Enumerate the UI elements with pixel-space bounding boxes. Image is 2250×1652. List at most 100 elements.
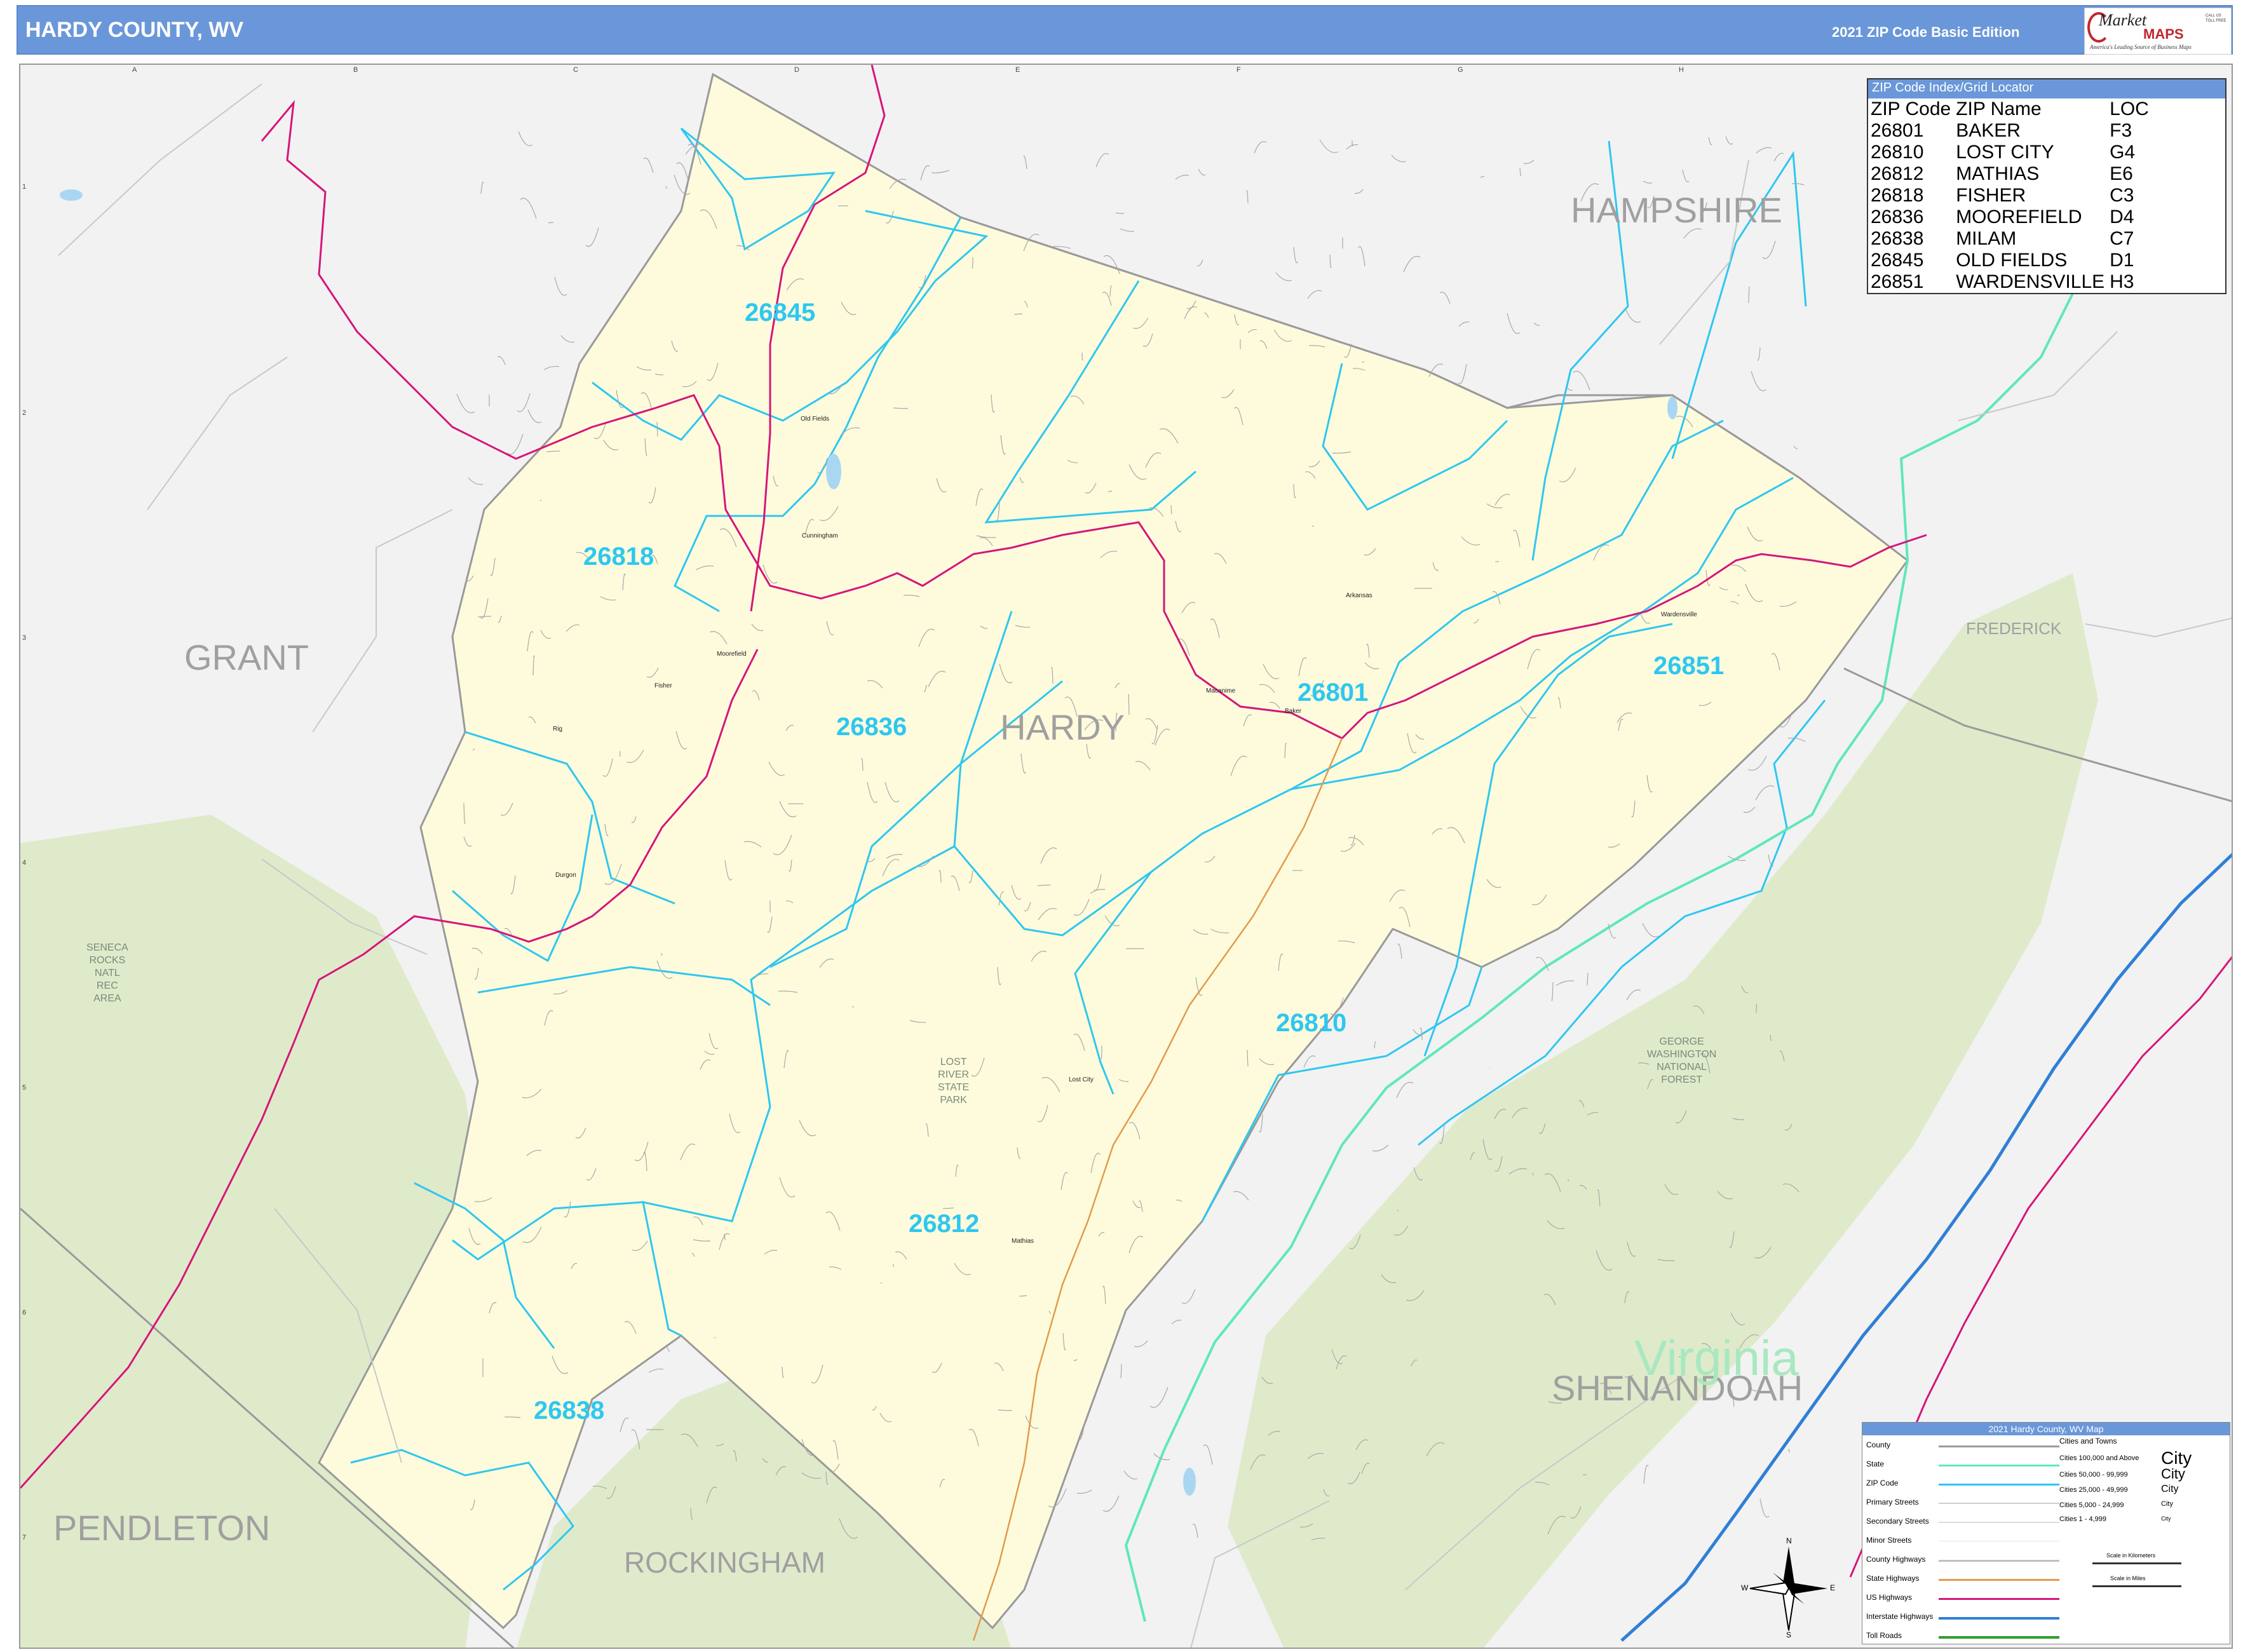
zip-index-row[interactable]: 26818 FISHER C3 (1871, 185, 2154, 207)
park-label-lost-river: LOST RIVER STATE PARK (938, 1056, 969, 1107)
street-segment (1708, 137, 1712, 146)
legend-city-row: Cities 50,000 - 99,999 (2059, 1471, 2128, 1479)
street-segment (517, 393, 531, 412)
logo-tagline: America's Leading Source of Business Map… (2090, 44, 2192, 50)
legend-cities-title: Cities and Towns (2059, 1437, 2117, 1446)
county-label-hardy: HARDY (1000, 707, 1125, 747)
map-canvas[interactable]: HAMPSHIRE GRANT HARDY PENDLETON ROCKINGH… (19, 64, 2233, 1649)
zip-label-26812[interactable]: 26812 (909, 1210, 979, 1238)
street-segment (1397, 944, 1402, 959)
street-segment (585, 227, 599, 247)
legend-row-us-hwy: US Highways (1866, 1593, 1913, 1602)
zip-index-header: ZIP Code (1871, 98, 1951, 119)
town-label-old-fields[interactable]: Old Fields (801, 416, 829, 423)
street-segment (1793, 445, 1798, 449)
street-segment (1319, 139, 1339, 153)
street-segment (1307, 290, 1322, 299)
legend-row-county-hwy: County Highways (1866, 1555, 1926, 1564)
street-segment (1102, 1495, 1120, 1512)
street-segment (1480, 176, 1485, 179)
zip-index-row[interactable]: 26845 OLD FIELDS D1 (1871, 250, 2154, 271)
town-label-lost-city[interactable]: Lost City (1069, 1076, 1094, 1083)
legend-sample-state-hwy (1939, 1579, 2059, 1581)
zip-label-26836[interactable]: 26836 (836, 713, 907, 741)
zip-label-26801[interactable]: 26801 (1298, 679, 1368, 707)
street-segment (543, 365, 560, 370)
street-segment (667, 1346, 670, 1351)
zip-index-row[interactable]: 26851 WARDENSVILLE H3 (1871, 271, 2154, 293)
zip-index-panel: ZIP Code Index/Grid Locator ZIP Code ZIP… (1867, 78, 2226, 294)
park-label-gw-forest: GEORGE WASHINGTON NATIONAL FOREST (1647, 1036, 1716, 1087)
logo-maps-text: MAPS (2143, 26, 2184, 42)
legend-sample-toll (1939, 1636, 2059, 1639)
market-maps-logo[interactable]: Market MAPS America's Leading Source of … (2084, 8, 2232, 55)
street-segment (1171, 1320, 1182, 1325)
legend-row-state: State (1866, 1459, 1885, 1468)
town-label-cunningham[interactable]: Cunningham (802, 532, 838, 539)
street-segment (1625, 309, 1641, 323)
town-label-durgon[interactable]: Durgon (555, 872, 576, 879)
street-segment (1196, 259, 1203, 267)
street-segment (1573, 370, 1590, 391)
park-label-line: NATIONAL (1657, 1062, 1707, 1073)
lake-icon (1667, 396, 1677, 419)
town-label-wardensville[interactable]: Wardensville (1661, 611, 1697, 618)
zip-index-row[interactable]: 26810 LOST CITY G4 (1871, 142, 2154, 163)
lake-icon (1183, 1468, 1196, 1496)
street-segment (1762, 240, 1776, 259)
street-segment (1354, 189, 1364, 194)
compass-star-icon (1749, 1547, 1827, 1631)
legend-city-row: Cities 100,000 and Above (2059, 1454, 2139, 1462)
legend-city-sample: City (2161, 1466, 2185, 1482)
zip-cell: 26851 (1871, 271, 1924, 292)
town-label-macanime[interactable]: Macanime (1206, 687, 1235, 694)
zip-index-row[interactable]: 26838 MILAM C7 (1871, 228, 2154, 250)
town-label-mathias[interactable]: Mathias (1012, 1238, 1034, 1245)
street-segment (1254, 141, 1267, 154)
zip-cell: 26810 (1871, 142, 1924, 163)
logo-market-text: Market (2099, 11, 2147, 29)
street-segment (1682, 169, 1690, 182)
town-label-arkansas[interactable]: Arkansas (1346, 592, 1372, 599)
town-label-fisher[interactable]: Fisher (654, 682, 672, 689)
legend-row-zip: ZIP Code (1866, 1479, 1899, 1487)
zip-index-row[interactable]: 26836 MOOREFIELD D4 (1871, 207, 2154, 228)
grid-row-7: 7 (22, 1534, 27, 1541)
street-segment (1747, 755, 1767, 771)
zip-index-row[interactable]: 26801 BAKER F3 (1871, 120, 2154, 142)
county-label-frederick: FREDERICK (1966, 619, 2062, 638)
street-segment (506, 433, 524, 455)
street-segment (1458, 363, 1467, 384)
street-segment (1303, 1055, 1316, 1068)
street-segment (468, 477, 484, 485)
zip-index-header-row: ZIP Code ZIP Name LOC (1871, 98, 2154, 120)
town-label-baker[interactable]: Baker (1285, 708, 1301, 715)
street-segment (1233, 1191, 1249, 1201)
zip-cell: 26812 (1871, 163, 1924, 184)
zip-label-26810[interactable]: 26810 (1276, 1009, 1346, 1038)
street-segment (520, 198, 537, 219)
legend-title: 2021 Hardy County, WV Map (1862, 1423, 2230, 1435)
street-segment (456, 393, 475, 414)
zip-cell: 26836 (1871, 207, 1924, 227)
zip-index-header: LOC (2110, 98, 2149, 119)
street-segment (1587, 973, 1589, 986)
grid-col-h: H (1679, 66, 1684, 74)
zip-label-26851[interactable]: 26851 (1653, 652, 1724, 680)
zip-label-26845[interactable]: 26845 (745, 299, 815, 327)
zip-label-26818[interactable]: 26818 (583, 543, 654, 571)
street-segment (1358, 246, 1366, 267)
map-svg[interactable] (20, 65, 2233, 1649)
zip-name-cell: FISHER (1956, 185, 2026, 206)
legend-scale-bar-km (2092, 1562, 2181, 1564)
zip-index-row[interactable]: 26812 MATHIAS E6 (1871, 163, 2154, 185)
compass-e: E (1830, 1583, 1836, 1592)
grid-col-e: E (1015, 66, 1020, 74)
zip-label-26838[interactable]: 26838 (534, 1397, 604, 1425)
zip-name-cell: BAKER (1956, 120, 2021, 141)
zip-cell: 26845 (1871, 250, 1924, 271)
grid-row-4: 4 (22, 859, 27, 867)
town-label-rig[interactable]: Rig (553, 726, 562, 733)
legend-city-row: Cities 1 - 4,999 (2059, 1515, 2106, 1523)
town-label-moorefield[interactable]: Moorefield (717, 651, 747, 658)
